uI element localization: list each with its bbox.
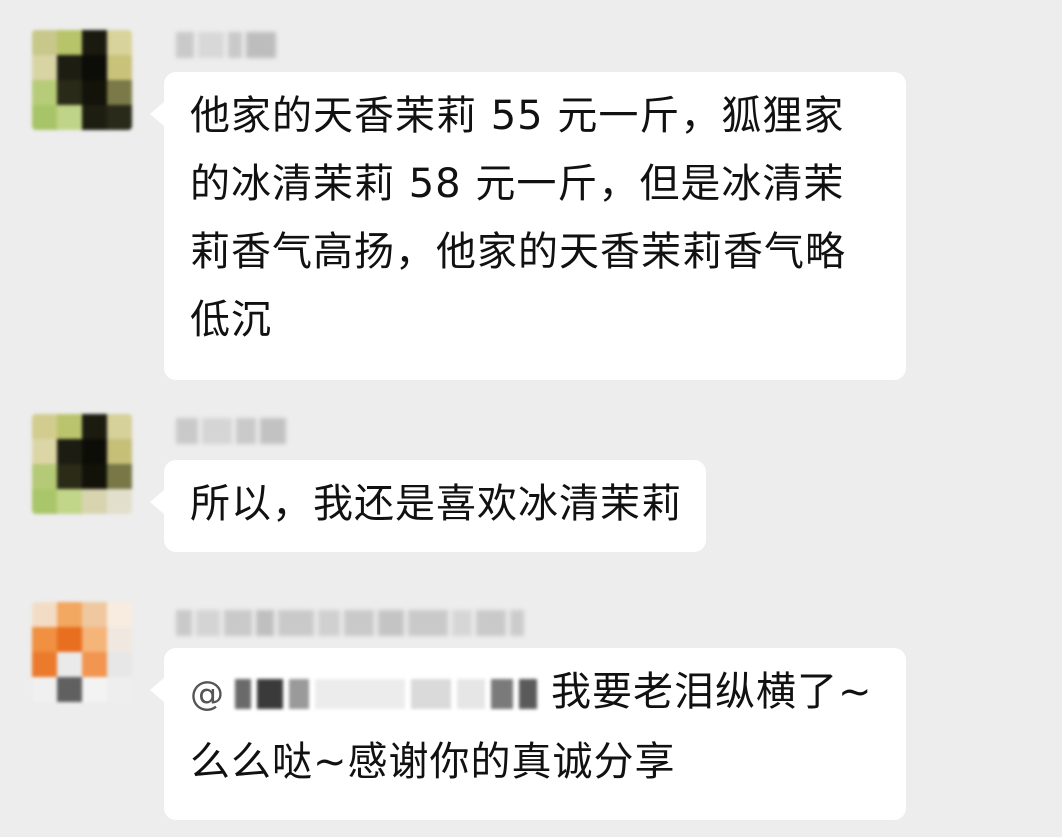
sender-name-redacted bbox=[176, 30, 276, 60]
at-symbol: @ bbox=[190, 674, 225, 714]
message-1: 他家的天香茉莉 55 元一斤，狐狸家的冰清茉莉 58 元一斤，但是冰清茉莉香气高… bbox=[0, 0, 1062, 390]
mention-name-redacted bbox=[235, 679, 537, 709]
message-2: 所以，我还是喜欢冰清茉莉 bbox=[0, 400, 1062, 580]
message-bubble[interactable]: 他家的天香茉莉 55 元一斤，狐狸家的冰清茉莉 58 元一斤，但是冰清茉莉香气高… bbox=[150, 72, 906, 380]
mention-tag[interactable]: @ bbox=[190, 660, 537, 728]
sender-avatar[interactable] bbox=[32, 602, 132, 702]
message-text: 他家的天香茉莉 55 元一斤，狐狸家的冰清茉莉 58 元一斤，但是冰清茉莉香气高… bbox=[190, 93, 846, 343]
message-bubble[interactable]: 所以，我还是喜欢冰清茉莉 bbox=[150, 460, 706, 552]
message-3: @ 我要老泪纵横了~么么哒~感谢你的真诚分享 bbox=[0, 592, 1062, 837]
sender-name-redacted bbox=[176, 416, 286, 446]
sender-name-redacted bbox=[176, 608, 524, 638]
sender-avatar[interactable] bbox=[32, 414, 132, 514]
message-bubble[interactable]: @ 我要老泪纵横了~么么哒~感谢你的真诚分享 bbox=[150, 648, 906, 820]
sender-avatar[interactable] bbox=[32, 30, 132, 130]
message-text: 所以，我还是喜欢冰清茉莉 bbox=[190, 481, 682, 527]
chat-window: 他家的天香茉莉 55 元一斤，狐狸家的冰清茉莉 58 元一斤，但是冰清茉莉香气高… bbox=[0, 0, 1062, 837]
